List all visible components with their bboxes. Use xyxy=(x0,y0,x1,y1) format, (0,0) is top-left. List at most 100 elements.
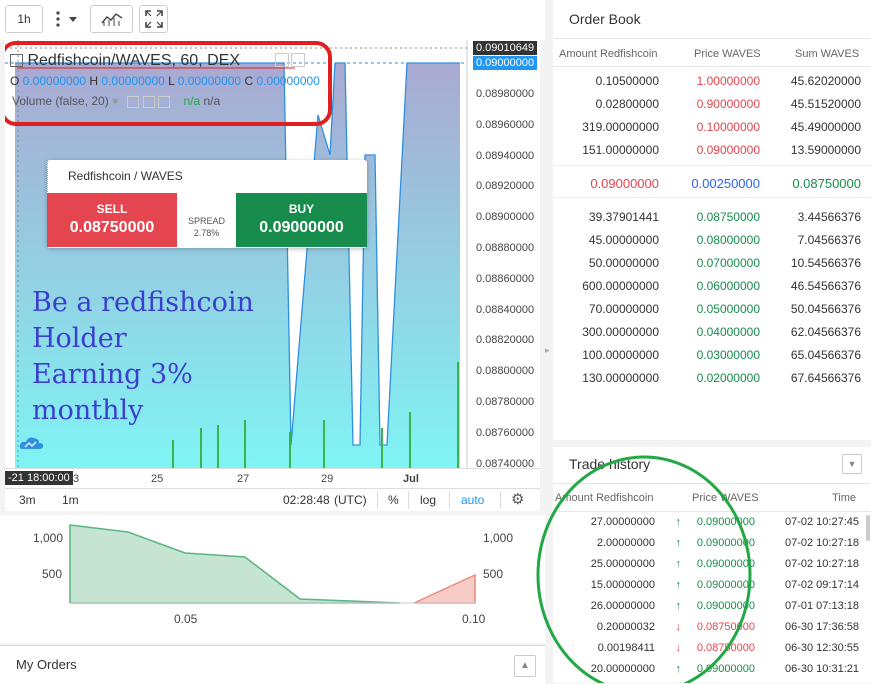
order-book-row[interactable]: 0.10500000 1.00000000 45.62020000 xyxy=(553,70,871,93)
percent-toggle[interactable]: % xyxy=(388,493,399,507)
scrollbar-thumb[interactable] xyxy=(866,515,870,541)
divider xyxy=(553,38,871,39)
time-axis-label: 27 xyxy=(237,473,250,485)
bid-price: 0.03000000 xyxy=(696,348,760,362)
indicators-button[interactable] xyxy=(90,5,133,33)
depth-y-right-label: 500 xyxy=(483,567,504,581)
time-axis-start: -21 18:00:00 xyxy=(5,471,73,485)
order-book-row[interactable]: 50.00000000 0.07000000 10.54566376 xyxy=(553,252,871,275)
chart-footer: 3m 1m 02:28:48 (UTC) % log auto ⚙ xyxy=(5,488,540,511)
volume-hide-icon[interactable] xyxy=(142,95,155,108)
price-tag-current: 0.09000000 xyxy=(473,56,538,70)
ohlc-value: 0.00000000 xyxy=(256,74,320,88)
panel-collapse-handle[interactable]: ▸ xyxy=(545,345,553,365)
bid-sum: 50.04566376 xyxy=(790,302,861,316)
trade-time: 07-02 10:27:18 xyxy=(784,558,859,570)
bid-price: 0.08000000 xyxy=(696,233,760,247)
sell-button[interactable]: SELL 0.08750000 xyxy=(47,193,177,247)
order-book-row[interactable]: 151.00000000 0.09000000 13.59000000 xyxy=(553,139,871,162)
price-axis-label: 0.08880000 xyxy=(476,242,535,254)
depth-x-label: 0.10 xyxy=(462,612,486,626)
order-book-row[interactable]: 300.00000000 0.04000000 62.04566376 xyxy=(553,321,871,344)
buy-price: 0.09000000 xyxy=(259,219,344,236)
divider xyxy=(449,491,450,509)
legend-settings-icon[interactable] xyxy=(275,53,289,67)
settings-gear-icon[interactable]: ⚙ xyxy=(511,490,524,508)
ask-price: 0.10000000 xyxy=(696,120,760,134)
buy-label: BUY xyxy=(288,202,315,216)
interval-menu-button[interactable] xyxy=(48,5,84,33)
log-toggle[interactable]: log xyxy=(420,493,436,507)
order-book-row[interactable]: 45.00000000 0.08000000 7.04566376 xyxy=(553,229,871,252)
auto-toggle[interactable]: auto xyxy=(461,493,484,507)
order-book-row[interactable]: 100.00000000 0.03000000 65.04566376 xyxy=(553,344,871,367)
divider xyxy=(553,66,871,67)
bid-amount: 39.37901441 xyxy=(588,210,659,224)
ohlc-key: C xyxy=(244,74,257,88)
bid-sum: 10.54566376 xyxy=(790,256,861,270)
chevron-down-icon[interactable]: ▼ xyxy=(842,454,862,474)
price-axis-label: 0.08780000 xyxy=(476,396,535,408)
fullscreen-button[interactable] xyxy=(139,5,168,33)
ask-amount: 0.02800000 xyxy=(595,97,659,111)
bid-sum: 3.44566376 xyxy=(797,210,861,224)
ask-sum: 13.59000000 xyxy=(790,143,861,157)
order-book-row[interactable]: 0.02800000 0.90000000 45.51520000 xyxy=(553,93,871,116)
waves-cloud-icon xyxy=(19,437,44,449)
interval-button[interactable]: 1h xyxy=(5,5,43,33)
time-axis-label: 29 xyxy=(321,473,334,485)
drag-handle[interactable] xyxy=(47,160,52,192)
trade-time: 06-30 12:30:55 xyxy=(784,642,859,654)
divider xyxy=(553,197,871,198)
order-book-row[interactable]: 0.09000000 0.00250000 0.08750000 xyxy=(553,172,871,195)
buy-button[interactable]: BUY 0.09000000 xyxy=(236,193,367,247)
bid-price: 0.04000000 xyxy=(696,325,760,339)
depth-x-label: 0.05 xyxy=(174,612,198,626)
chart-type-icon xyxy=(10,54,23,68)
ohlc-value: 0.00000000 xyxy=(177,74,245,88)
order-book-row[interactable]: 130.00000000 0.02000000 67.64566376 xyxy=(553,367,871,390)
price-axis-label: 0.08900000 xyxy=(476,211,535,224)
sell-label: SELL xyxy=(96,202,128,216)
ask-amount: 319.00000000 xyxy=(582,120,659,134)
volume-value: n/a xyxy=(183,94,201,108)
widget-pair-label: Redfishcoin / WAVES xyxy=(68,169,183,183)
time-axis-label: Jul xyxy=(403,473,419,485)
bid-price: 0.05000000 xyxy=(696,302,760,316)
timezone-button[interactable]: (UTC) xyxy=(334,493,367,507)
order-book-row[interactable]: 39.37901441 0.08750000 3.44566376 xyxy=(553,206,871,229)
spread-box: SPREAD 2.78% xyxy=(177,193,236,247)
price-axis-label: 0.08800000 xyxy=(476,365,535,378)
price-axis-label: 0.08840000 xyxy=(476,303,535,316)
range-3m-button[interactable]: 3m xyxy=(19,493,36,507)
ohlc-key: O xyxy=(10,74,23,88)
interval-label: 1h xyxy=(17,12,31,26)
depth-asks-area xyxy=(413,573,476,604)
order-book-row[interactable]: 319.00000000 0.10000000 45.49000000 xyxy=(553,116,871,139)
order-book-title: Order Book xyxy=(569,11,641,27)
ask-sum: 45.51520000 xyxy=(790,97,861,111)
bid-price: 0.07000000 xyxy=(696,256,760,270)
depth-chart: 1,000 500 1,000 500 0.05 0.10 xyxy=(0,515,545,643)
range-1m-button[interactable]: 1m xyxy=(62,493,79,507)
sell-price: 0.08750000 xyxy=(69,219,155,236)
bid-price: 0.02000000 xyxy=(696,371,760,385)
ask-amount: 151.00000000 xyxy=(582,143,659,157)
trade-time: 07-01 07:13:18 xyxy=(784,600,859,612)
order-book-row[interactable]: 600.00000000 0.06000000 46.54566376 xyxy=(553,275,871,298)
depth-y-left-label: 500 xyxy=(42,567,63,581)
bid-amount: 50.00000000 xyxy=(588,256,659,270)
legend-close-icon[interactable] xyxy=(291,53,305,67)
ask-amount: 0.10500000 xyxy=(595,74,659,88)
volume-settings-icon[interactable] xyxy=(127,95,140,108)
bid-amount: 130.00000000 xyxy=(582,371,659,385)
order-book-panel: Order Book Amount Redfishcoin Price WAVE… xyxy=(553,0,871,440)
trade-time: 06-30 10:31:21 xyxy=(784,663,859,675)
spread-value: 2.78% xyxy=(193,228,220,238)
bid-sum: 46.54566376 xyxy=(790,279,861,293)
bid-sum: 65.04566376 xyxy=(790,348,861,362)
chart-legend-title-row: Redfishcoin/WAVES, 60, DEX xyxy=(10,52,240,70)
volume-close-icon[interactable] xyxy=(158,95,171,108)
order-book-row[interactable]: 70.00000000 0.05000000 50.04566376 xyxy=(553,298,871,321)
trade-time: 07-02 10:27:45 xyxy=(784,516,859,528)
